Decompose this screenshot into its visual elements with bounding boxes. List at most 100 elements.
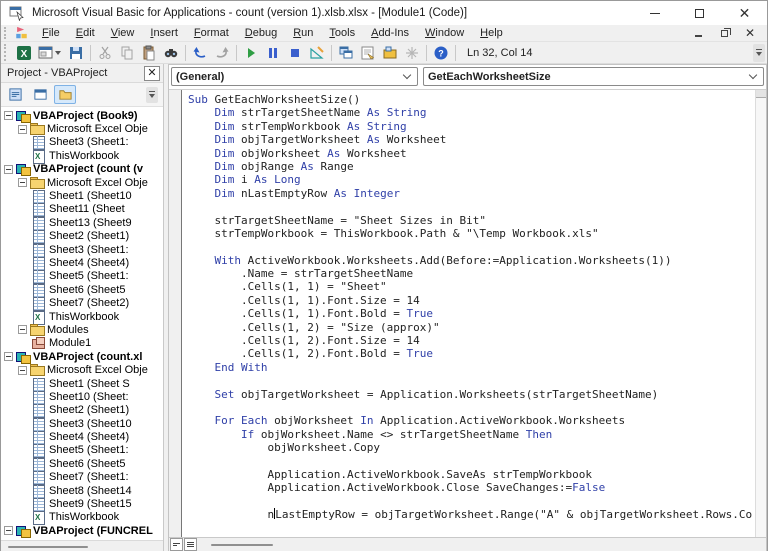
code-line: strTempWorkbook = ThisWorkbook.Path & "\… [188, 227, 755, 240]
tree-item-vbaproject-funcrel[interactable]: VBAProject (FUNCREL [1, 524, 163, 537]
tree-item-microsoft-excel-obje[interactable]: Microsoft Excel Obje [1, 363, 163, 376]
collapse-toggle-icon[interactable] [4, 352, 13, 361]
properties-window-button[interactable] [357, 43, 379, 63]
tree-item-sheet2-sheet1[interactable]: Sheet2 (Sheet1) [1, 230, 163, 243]
collapse-toggle-icon[interactable] [18, 325, 27, 334]
tree-item-thisworkbook[interactable]: ThisWorkbook [1, 511, 163, 524]
collapse-toggle-icon[interactable] [4, 526, 13, 535]
menu-view[interactable]: View [103, 26, 143, 40]
code-hscrollbar[interactable] [197, 538, 766, 551]
code-split-handle[interactable] [756, 90, 766, 98]
menu-tools[interactable]: Tools [321, 26, 363, 40]
project-panel-title: Project - VBAProject [7, 67, 107, 79]
full-module-view-button[interactable] [184, 538, 197, 551]
tree-item-microsoft-excel-obje[interactable]: Microsoft Excel Obje [1, 122, 163, 135]
tree-item-sheet13-sheet9[interactable]: Sheet13 (Sheet9 [1, 216, 163, 229]
undo-button[interactable] [189, 43, 211, 63]
view-microsoft-excel-button[interactable]: X [13, 43, 35, 63]
code-window-footer [169, 537, 766, 551]
project-panel-close-button[interactable]: ✕ [144, 66, 160, 81]
collapse-toggle-icon[interactable] [4, 111, 13, 120]
tree-item-sheet2-sheet1[interactable]: Sheet2 (Sheet1) [1, 404, 163, 417]
mdi-restore-button[interactable] [717, 27, 731, 39]
view-object-button[interactable] [29, 85, 51, 104]
project-explorer-icon [338, 45, 354, 61]
procedure-dropdown[interactable]: GetEachWorksheetSize [423, 67, 764, 86]
panel-toolbar-overflow-button[interactable] [146, 87, 158, 103]
window-minimize-button[interactable] [632, 1, 677, 25]
tree-item-sheet5-sheet1[interactable]: Sheet5 (Sheet1: [1, 444, 163, 457]
window-maximize-button[interactable] [677, 1, 722, 25]
view-code-button[interactable] [4, 85, 26, 104]
menu-edit[interactable]: Edit [68, 26, 103, 40]
collapse-toggle-icon[interactable] [18, 178, 27, 187]
toolbar-drag-grip[interactable] [4, 44, 9, 61]
sheet-icon [32, 458, 46, 470]
menu-help[interactable]: Help [472, 26, 511, 40]
tree-item-sheet9-sheet15[interactable]: Sheet9 (Sheet15 [1, 497, 163, 510]
code-text[interactable]: Sub GetEachWorksheetSize() Dim strTarget… [182, 90, 755, 537]
tree-item-module1[interactable]: Module1 [1, 337, 163, 350]
find-button[interactable] [160, 43, 182, 63]
collapse-toggle-icon[interactable] [18, 366, 27, 375]
object-dropdown[interactable]: (General) [171, 67, 418, 86]
toolbar-overflow-button[interactable] [753, 44, 765, 62]
reset-button[interactable] [284, 43, 306, 63]
paste-button[interactable] [138, 43, 160, 63]
help-button[interactable]: ? [430, 43, 452, 63]
tree-item-sheet3-sheet1[interactable]: Sheet3 (Sheet1: [1, 136, 163, 149]
toggle-folders-button[interactable] [54, 85, 76, 104]
insert-userform-button[interactable] [35, 43, 57, 63]
tree-item-sheet11-sheet[interactable]: Sheet11 (Sheet [1, 203, 163, 216]
tree-item-sheet4-sheet4[interactable]: Sheet4 (Sheet4) [1, 256, 163, 269]
project-explorer-button[interactable] [335, 43, 357, 63]
module-window-icon[interactable] [14, 26, 29, 40]
tree-item-microsoft-excel-obje[interactable]: Microsoft Excel Obje [1, 176, 163, 189]
code-margin-indicator-bar[interactable] [169, 90, 182, 537]
save-button[interactable] [65, 43, 87, 63]
menu-run[interactable]: Run [285, 26, 321, 40]
menubar-drag-grip[interactable] [4, 27, 9, 40]
project-panel-toolbar [1, 83, 163, 107]
mdi-close-button[interactable]: ✕ [743, 27, 757, 39]
tree-item-sheet8-sheet14[interactable]: Sheet8 (Sheet14 [1, 484, 163, 497]
tree-item-sheet6-sheet5[interactable]: Sheet6 (Sheet5 [1, 457, 163, 470]
object-browser-button[interactable] [379, 43, 401, 63]
tree-item-sheet3-sheet10[interactable]: Sheet3 (Sheet10 [1, 417, 163, 430]
window-close-button[interactable]: ✕ [722, 1, 767, 25]
design-mode-button[interactable] [306, 43, 328, 63]
tree-item-vbaproject-count-v[interactable]: VBAProject (count (v [1, 163, 163, 176]
menu-file[interactable]: File [34, 26, 68, 40]
break-button[interactable] [262, 43, 284, 63]
collapse-toggle-icon[interactable] [4, 165, 13, 174]
run-sub-button[interactable] [240, 43, 262, 63]
menu-window[interactable]: Window [417, 26, 472, 40]
mdi-minimize-button[interactable] [691, 27, 705, 39]
tree-item-sheet3-sheet1[interactable]: Sheet3 (Sheet1: [1, 243, 163, 256]
vbe-window: { "window": { "title": "Microsoft Visual… [0, 0, 768, 551]
tree-item-sheet7-sheet1[interactable]: Sheet7 (Sheet1: [1, 471, 163, 484]
tree-item-sheet1-sheet10[interactable]: Sheet1 (Sheet10 [1, 189, 163, 202]
tree-item-modules[interactable]: Modules [1, 323, 163, 336]
procedure-view-button[interactable] [170, 538, 183, 551]
insert-userform-dropdown-arrow-icon[interactable] [55, 51, 61, 55]
tree-item-vbaproject-book9[interactable]: VBAProject (Book9) [1, 109, 163, 122]
menu-add-ins[interactable]: Add-Ins [363, 26, 417, 40]
tree-item-sheet6-sheet5[interactable]: Sheet6 (Sheet5 [1, 283, 163, 296]
tree-item-thisworkbook[interactable]: ThisWorkbook [1, 310, 163, 323]
menu-insert[interactable]: Insert [142, 26, 186, 40]
collapse-toggle-icon[interactable] [18, 125, 27, 134]
menu-format[interactable]: Format [186, 26, 237, 40]
code-hscroll-thumb[interactable] [211, 544, 273, 546]
tree-item-sheet5-sheet1[interactable]: Sheet5 (Sheet1: [1, 270, 163, 283]
tree-item-sheet10-sheet[interactable]: Sheet10 (Sheet: [1, 390, 163, 403]
tree-item-sheet1-sheet-s[interactable]: Sheet1 (Sheet S [1, 377, 163, 390]
project-tree-hscrollbar[interactable] [1, 540, 163, 551]
project-tree-hscroll-thumb[interactable] [8, 546, 88, 548]
tree-item-sheet7-sheet2[interactable]: Sheet7 (Sheet2) [1, 296, 163, 309]
menu-debug[interactable]: Debug [237, 26, 285, 40]
tree-item-sheet4-sheet4[interactable]: Sheet4 (Sheet4) [1, 430, 163, 443]
tree-item-thisworkbook[interactable]: ThisWorkbook [1, 149, 163, 162]
tree-item-vbaproject-count-xl[interactable]: VBAProject (count.xl [1, 350, 163, 363]
code-vscrollbar[interactable] [755, 90, 766, 537]
